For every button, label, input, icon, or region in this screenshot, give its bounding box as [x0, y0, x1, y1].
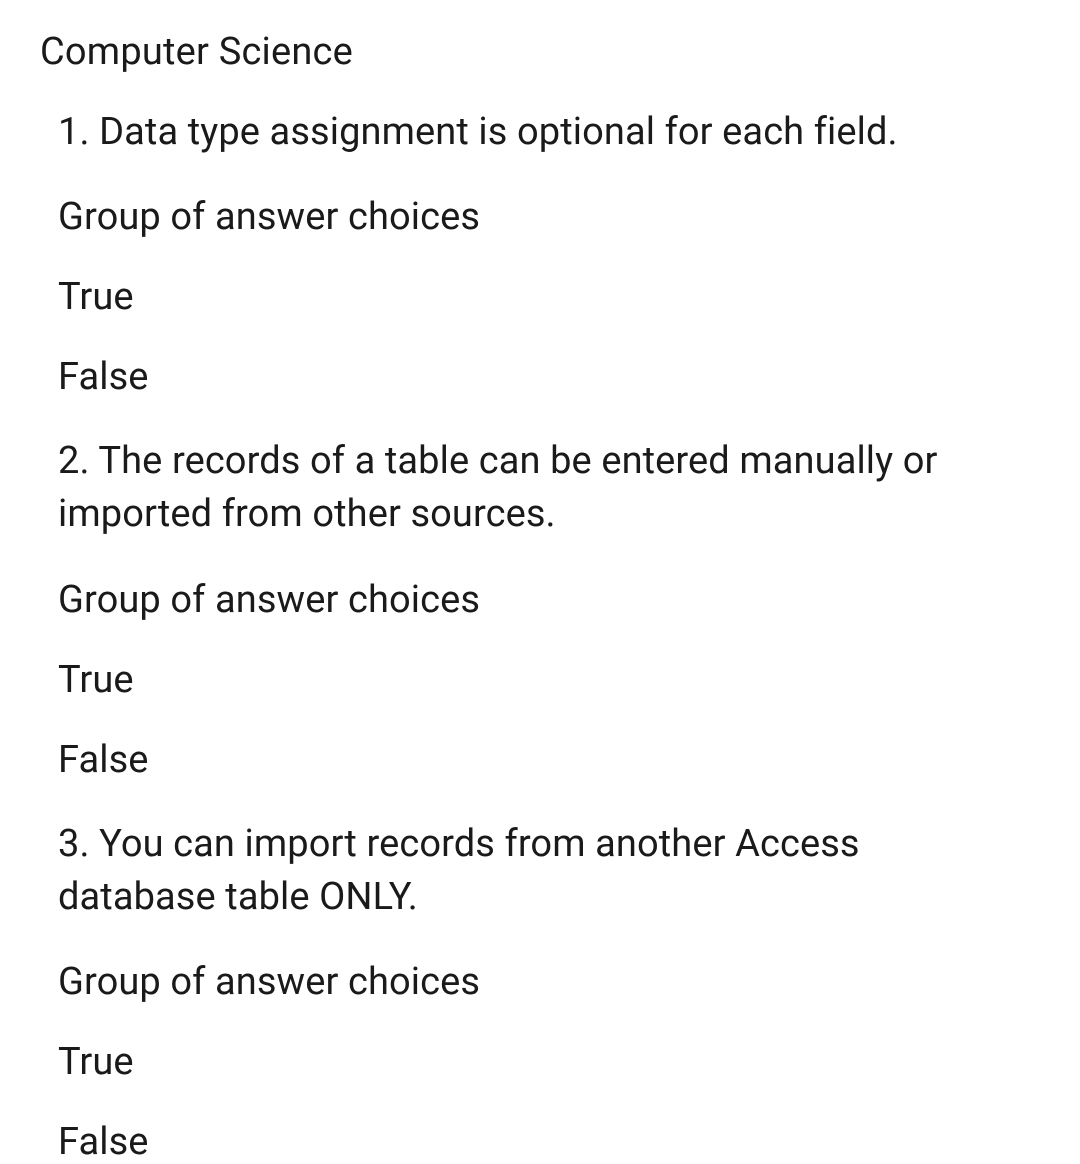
group-label: Group of answer choices	[58, 578, 1000, 622]
group-label: Group of answer choices	[58, 960, 1000, 1004]
question-text: 1. Data type assignment is optional for …	[58, 106, 1000, 159]
question-block-2: 2. The records of a table can be entered…	[58, 435, 1000, 781]
question-block-3: 3. You can import records from another A…	[58, 818, 1000, 1164]
answer-choice-false[interactable]: False	[58, 355, 1000, 399]
group-label: Group of answer choices	[58, 195, 1000, 239]
answer-choice-true[interactable]: True	[58, 275, 1000, 319]
question-text: 2. The records of a table can be entered…	[58, 435, 1000, 541]
answer-choice-false[interactable]: False	[58, 738, 1000, 782]
answer-choice-false[interactable]: False	[58, 1120, 1000, 1164]
answer-choice-true[interactable]: True	[58, 658, 1000, 702]
subject-title: Computer Science	[40, 30, 1040, 74]
question-text: 3. You can import records from another A…	[58, 818, 1000, 924]
questions-container: 1. Data type assignment is optional for …	[40, 106, 1000, 1164]
question-block-1: 1. Data type assignment is optional for …	[58, 106, 1000, 399]
answer-choice-true[interactable]: True	[58, 1040, 1000, 1084]
